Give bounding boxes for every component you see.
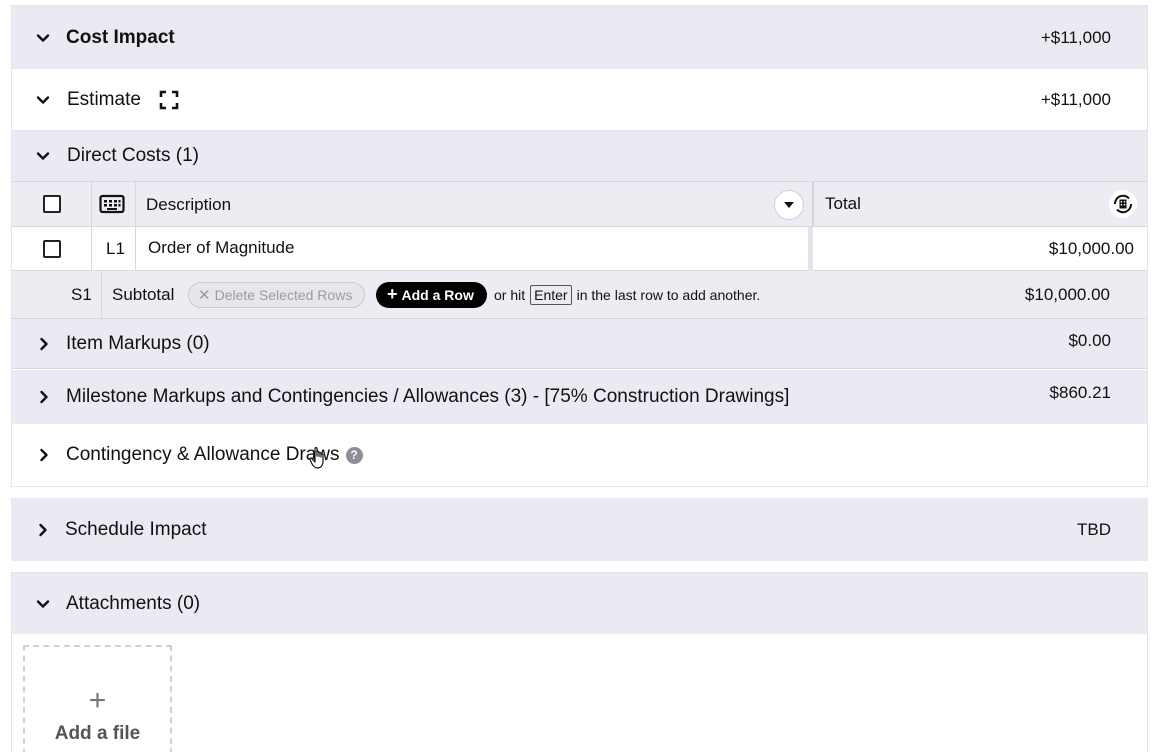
- attachments-title: Attachments (0): [66, 592, 201, 614]
- estimate-amount: +$11,000: [1040, 89, 1111, 109]
- cost-impact-amount: +$11,000: [1040, 27, 1111, 47]
- chevron-down-icon[interactable]: [33, 146, 53, 166]
- chevron-down-icon[interactable]: [33, 594, 53, 614]
- cost-impact-title: Cost Impact: [66, 26, 175, 48]
- schedule-impact-header[interactable]: Schedule Impact TBD: [11, 498, 1148, 561]
- chevron-down-icon[interactable]: [33, 28, 53, 48]
- direct-costs-title: Direct Costs (1): [67, 145, 199, 166]
- contingency-draws-header[interactable]: Contingency & Allowance Draws ?: [12, 424, 1147, 486]
- contingency-draws-title: Contingency & Allowance Draws: [66, 444, 340, 465]
- estimate-header[interactable]: Estimate +$11,000: [12, 69, 1147, 131]
- add-row-label: Add a Row: [401, 286, 474, 303]
- column-header-total[interactable]: Total: [825, 194, 861, 214]
- column-header-description[interactable]: Description: [146, 195, 231, 215]
- milestone-markups-title: Milestone Markups and Contingencies / Al…: [66, 386, 790, 407]
- subtotal-code: S1: [71, 284, 92, 304]
- hint-suffix: in the last row to add another.: [576, 286, 761, 303]
- delete-selected-rows-button[interactable]: ✕ Delete Selected Rows: [188, 281, 366, 308]
- add-file-label: Add a file: [54, 723, 141, 744]
- row-checkbox[interactable]: [43, 240, 61, 258]
- subtotal-label: Subtotal: [112, 284, 175, 304]
- milestone-markups-amount: $860.21: [1049, 383, 1111, 402]
- subtotal-amount: $10,000.00: [1024, 284, 1110, 304]
- item-markups-title: Item Markups (0): [66, 332, 210, 354]
- schedule-impact-title: Schedule Impact: [65, 518, 207, 540]
- row-total[interactable]: $10,000.00: [1049, 239, 1134, 259]
- add-row-button[interactable]: + Add a Row: [376, 281, 487, 308]
- attachments-header[interactable]: Attachments (0): [12, 573, 1147, 634]
- cost-impact-header[interactable]: Cost Impact +$11,000: [12, 6, 1147, 69]
- delete-selected-rows-label: Delete Selected Rows: [214, 286, 353, 303]
- direct-costs-table-header: Description Total: [12, 181, 1147, 227]
- row-description[interactable]: Order of Magnitude: [148, 238, 294, 258]
- row-line-number: L1: [106, 239, 125, 258]
- expand-icon[interactable]: [159, 90, 179, 110]
- plus-icon: +: [387, 284, 398, 304]
- schedule-impact-amount: TBD: [1077, 519, 1111, 539]
- schedule-impact-panel[interactable]: Schedule Impact TBD: [11, 498, 1148, 561]
- table-row[interactable]: L1 Order of Magnitude $10,000.00: [12, 227, 1147, 271]
- chevron-right-icon[interactable]: [34, 445, 54, 465]
- item-markups-header[interactable]: Item Markups (0) $0.00: [12, 319, 1147, 369]
- subtotal-row: S1 Subtotal ✕ Delete Selected Rows + Add…: [12, 271, 1147, 319]
- direct-costs-header[interactable]: Direct Costs (1): [12, 131, 1147, 181]
- item-markups-amount: $0.00: [1068, 331, 1111, 350]
- chevron-right-icon[interactable]: [34, 334, 54, 354]
- add-row-hint: or hit Enter in the last row to add anot…: [494, 284, 761, 305]
- chevron-down-icon[interactable]: [33, 90, 53, 110]
- calculator-sync-icon[interactable]: [1109, 190, 1137, 218]
- help-icon[interactable]: ?: [345, 446, 363, 464]
- close-icon: ✕: [198, 286, 211, 304]
- column-menu-icon[interactable]: [774, 190, 804, 220]
- hand-cursor-icon: [309, 446, 329, 470]
- hint-prefix: or hit: [494, 286, 526, 303]
- add-file-dropzone[interactable]: + Add a file: [23, 645, 172, 752]
- cost-impact-panel: Cost Impact +$11,000 Estimate +$11,000 D…: [11, 5, 1148, 487]
- plus-icon: +: [88, 684, 107, 717]
- keyboard-icon[interactable]: [99, 193, 125, 215]
- select-all-checkbox[interactable]: [43, 195, 61, 213]
- milestone-markups-header[interactable]: Milestone Markups and Contingencies / Al…: [12, 370, 1147, 424]
- attachments-panel: Attachments (0) + Add a file: [11, 572, 1148, 752]
- estimate-title: Estimate: [67, 88, 141, 110]
- enter-key-badge: Enter: [530, 284, 572, 305]
- chevron-right-icon[interactable]: [33, 520, 53, 540]
- chevron-right-icon[interactable]: [34, 387, 54, 407]
